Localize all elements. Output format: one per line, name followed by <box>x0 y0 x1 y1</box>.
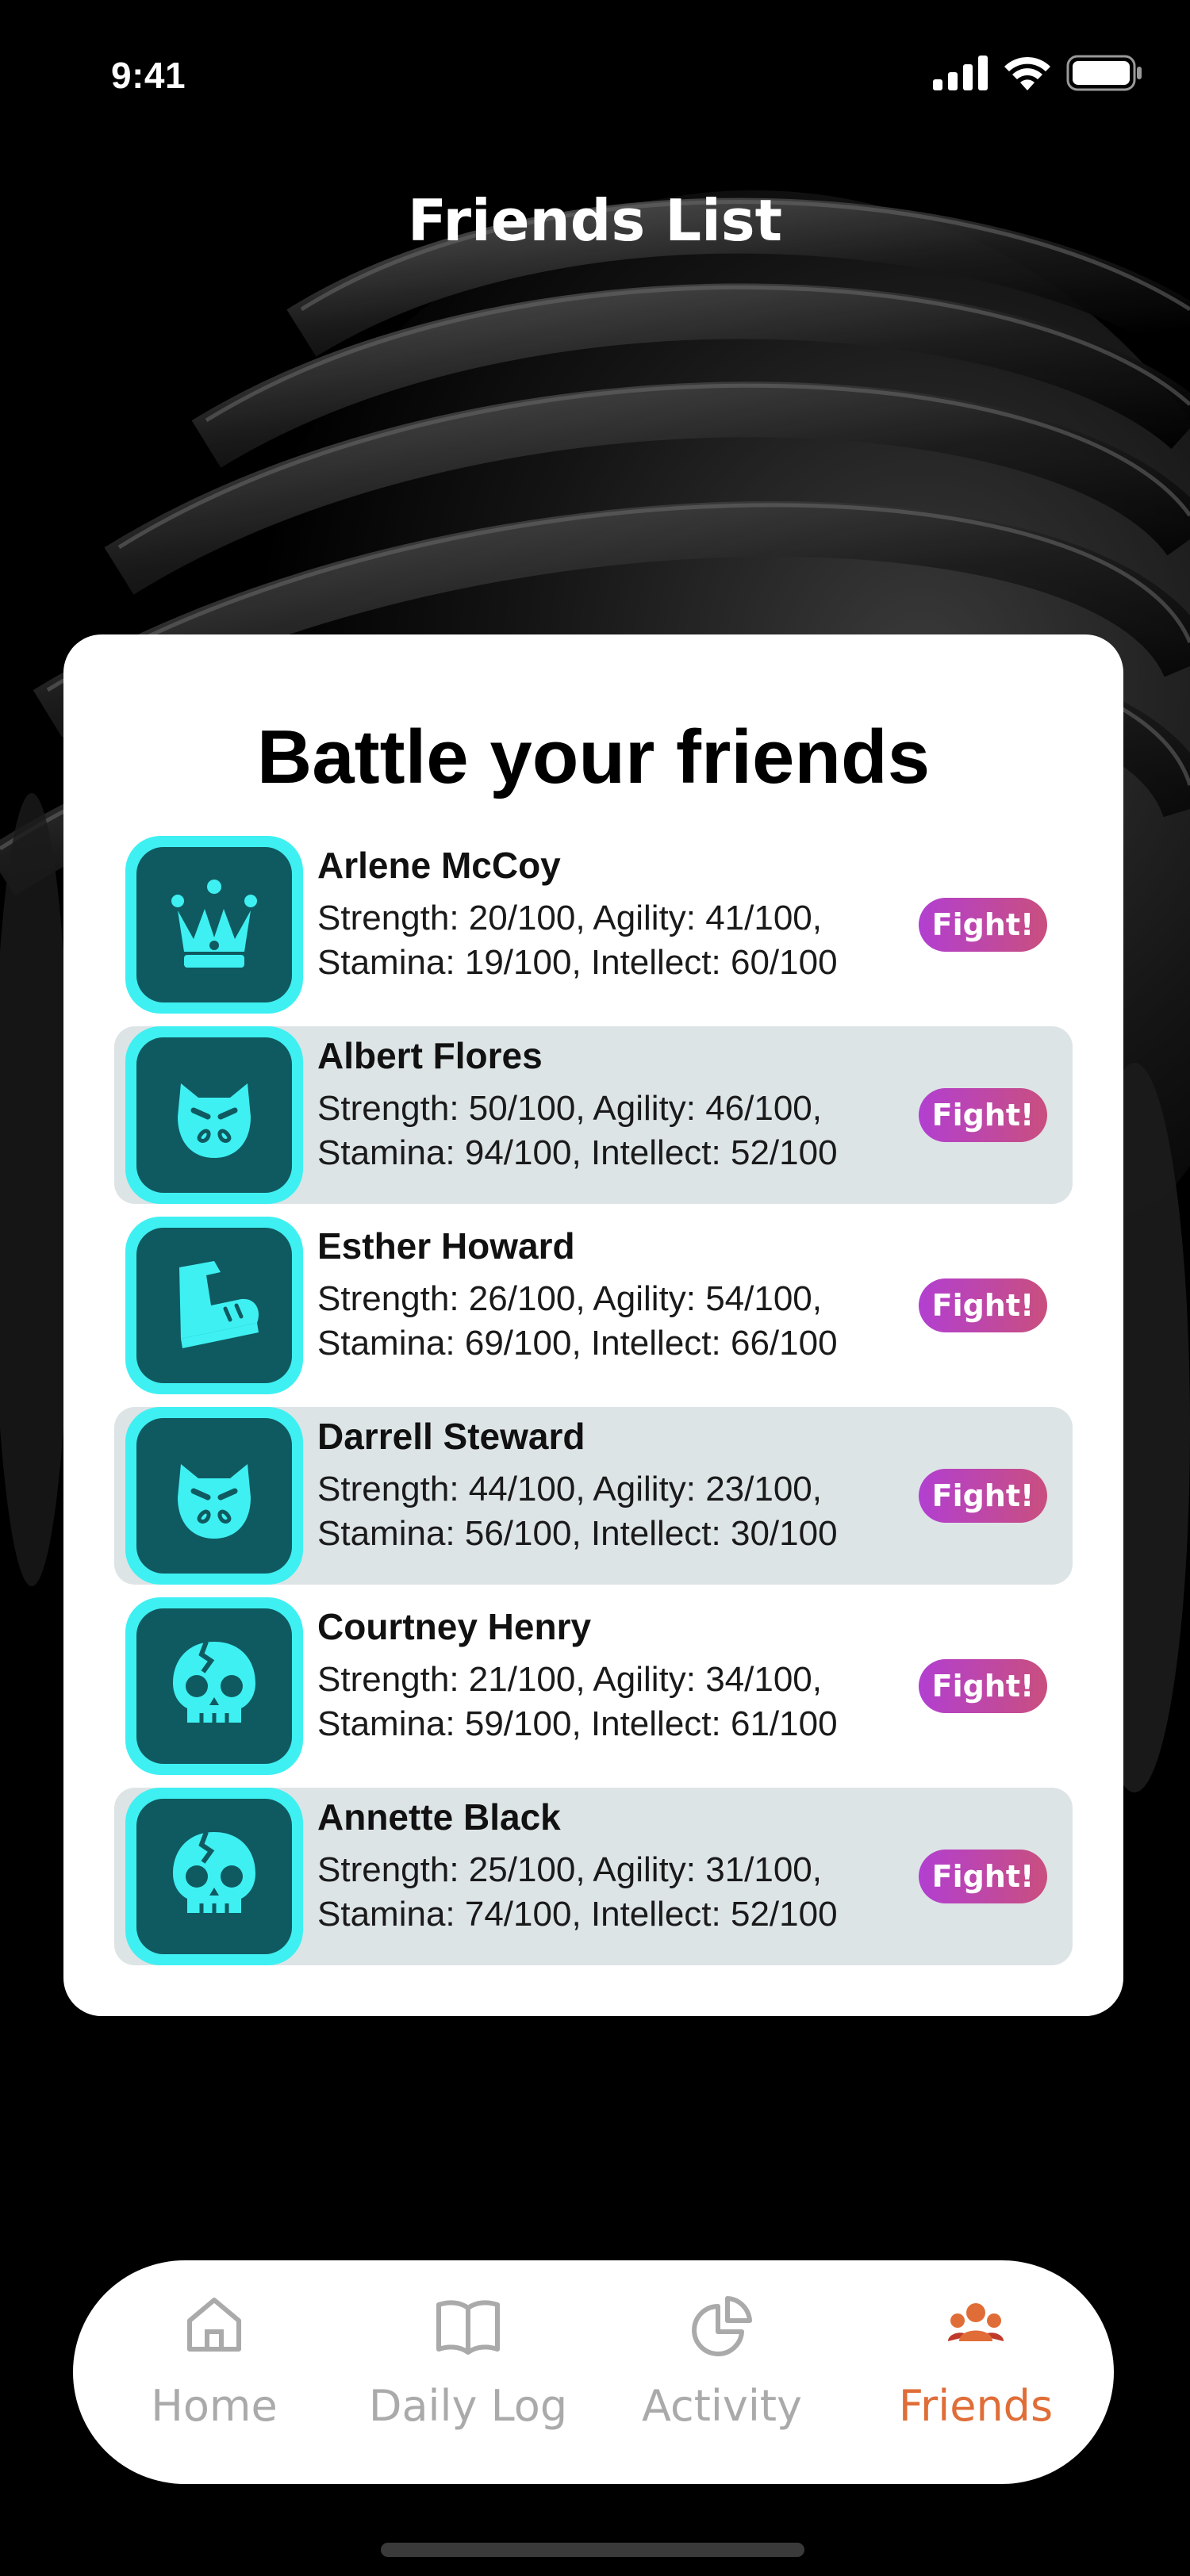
friend-stats-line: Strength: 44/100, Agility: 23/100, <box>317 1470 823 1508</box>
tab-activity[interactable]: Activity <box>595 2289 849 2463</box>
cat-face-icon <box>178 1464 251 1539</box>
friend-stats: Strength: 26/100, Agility: 54/100, Stami… <box>317 1277 838 1366</box>
signal-icon <box>933 56 988 90</box>
status-bar-icons <box>933 54 1142 92</box>
friend-stats-line: Strength: 20/100, Agility: 41/100, <box>317 899 823 937</box>
tab-daily-log-label: Daily Log <box>368 2381 568 2431</box>
friend-name: Arlene McCoy <box>317 845 561 886</box>
tab-home-label: Home <box>151 2381 278 2431</box>
home-indicator <box>381 2543 804 2557</box>
fight-button[interactable]: Fight! <box>919 1088 1047 1142</box>
friend-stats-line: Stamina: 94/100, Intellect: 52/100 <box>317 1133 838 1172</box>
tab-friends-label: Friends <box>898 2381 1054 2431</box>
friend-row: Darrell Steward Strength: 44/100, Agilit… <box>114 1407 1073 1585</box>
friend-avatar <box>125 1407 303 1585</box>
fight-button[interactable]: Fight! <box>919 1850 1047 1903</box>
friend-stats: Strength: 44/100, Agility: 23/100, Stami… <box>317 1467 838 1556</box>
bottom-tab-bar: Home Daily Log Activity Friends <box>73 2260 1114 2484</box>
cracked-skull-icon <box>173 1830 255 1913</box>
friends-card: Battle your friends Arlene McCoy Strengt… <box>63 634 1123 2016</box>
wifi-icon <box>1004 56 1050 90</box>
friend-avatar <box>125 1217 303 1394</box>
home-icon <box>187 2298 241 2352</box>
friend-name: Darrell Steward <box>317 1416 585 1457</box>
page-title: Friends List <box>407 187 783 254</box>
battery-icon <box>1066 55 1142 91</box>
friend-stats-line: Strength: 21/100, Agility: 34/100, <box>317 1660 823 1699</box>
friend-stats: Strength: 50/100, Agility: 46/100, Stami… <box>317 1087 838 1175</box>
friend-row: Courtney Henry Strength: 21/100, Agility… <box>114 1597 1073 1775</box>
friend-stats-line: Strength: 50/100, Agility: 46/100, <box>317 1089 823 1128</box>
tab-activity-label: Activity <box>642 2381 802 2431</box>
friend-avatar <box>125 1026 303 1204</box>
friend-name: Courtney Henry <box>317 1606 592 1647</box>
cracked-skull-icon <box>173 1640 255 1723</box>
crown-icon <box>171 880 257 968</box>
fight-button[interactable]: Fight! <box>919 1469 1047 1523</box>
pie-chart-icon <box>692 2296 752 2356</box>
friend-stats: Strength: 21/100, Agility: 34/100, Stami… <box>317 1658 838 1746</box>
friend-row: Annette Black Strength: 25/100, Agility:… <box>114 1788 1073 1965</box>
friend-row: Esther Howard Strength: 26/100, Agility:… <box>114 1217 1073 1394</box>
friend-stats-line: Stamina: 56/100, Intellect: 30/100 <box>317 1514 838 1553</box>
friend-stats-line: Strength: 26/100, Agility: 54/100, <box>317 1279 823 1318</box>
friend-stats-line: Stamina: 19/100, Intellect: 60/100 <box>317 943 838 982</box>
friend-stats: Strength: 25/100, Agility: 31/100, Stami… <box>317 1848 838 1937</box>
friend-stats-line: Stamina: 59/100, Intellect: 61/100 <box>317 1704 838 1743</box>
fight-button[interactable]: Fight! <box>919 1278 1047 1332</box>
friend-name: Esther Howard <box>317 1225 575 1267</box>
friend-avatar <box>125 836 303 1014</box>
friend-stats-line: Stamina: 74/100, Intellect: 52/100 <box>317 1895 838 1934</box>
tab-home[interactable]: Home <box>87 2289 341 2463</box>
friend-avatar <box>125 1597 303 1775</box>
friend-name: Annette Black <box>317 1796 561 1838</box>
cat-face-icon <box>178 1083 251 1158</box>
tab-friends[interactable]: Friends <box>849 2289 1103 2463</box>
fight-button[interactable]: Fight! <box>919 1659 1047 1713</box>
book-icon <box>436 2300 500 2355</box>
friend-avatar <box>125 1788 303 1965</box>
friend-row: Albert Flores Strength: 50/100, Agility:… <box>114 1026 1073 1204</box>
status-bar-time: 9:41 <box>111 55 186 96</box>
tab-daily-log[interactable]: Daily Log <box>341 2289 595 2463</box>
friend-stats-line: Stamina: 69/100, Intellect: 66/100 <box>317 1324 838 1363</box>
fight-button[interactable]: Fight! <box>919 898 1047 952</box>
friend-row: Arlene McCoy Strength: 20/100, Agility: … <box>114 836 1073 1014</box>
friend-stats: Strength: 20/100, Agility: 41/100, Stami… <box>317 896 838 985</box>
friends-icon <box>948 2303 1004 2341</box>
friend-stats-line: Strength: 25/100, Agility: 31/100, <box>317 1850 823 1889</box>
card-heading: Battle your friends <box>256 715 931 799</box>
boot-icon <box>179 1261 259 1348</box>
friend-name: Albert Flores <box>317 1035 543 1076</box>
